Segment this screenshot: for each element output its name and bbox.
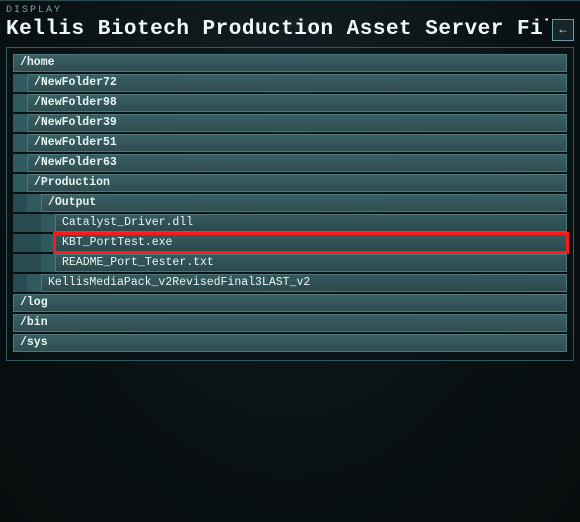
- tree-spine-icon: [13, 94, 27, 112]
- tree-spine-icon: [13, 194, 27, 212]
- folder-label: /Production: [34, 177, 110, 189]
- folder-label: /NewFolder63: [34, 157, 117, 169]
- tree-spine-icon: [27, 214, 41, 232]
- tree-row: /bin: [13, 314, 567, 332]
- folder-label: /NewFolder72: [34, 77, 117, 89]
- tree-row: /NewFolder39: [13, 114, 567, 132]
- file-label: KBT_PortTest.exe: [62, 237, 172, 249]
- display-label: DISPLAY: [0, 0, 580, 16]
- back-button[interactable]: ←: [552, 19, 574, 41]
- dir-home[interactable]: /home: [13, 54, 567, 72]
- folder-label: /log: [20, 297, 48, 309]
- folder-label: /sys: [20, 337, 48, 349]
- dir-newfolder72[interactable]: /NewFolder72: [27, 74, 567, 92]
- tree-spine-icon: [13, 154, 27, 172]
- tree-spine-icon: [41, 254, 55, 272]
- tree-spine-icon: [13, 254, 27, 272]
- dir-production[interactable]: /Production: [27, 174, 567, 192]
- folder-label: /NewFolder39: [34, 117, 117, 129]
- tree-row: /NewFolder72: [13, 74, 567, 92]
- indent-guides: [13, 174, 27, 192]
- title-row: Kellis Biotech Production Asset Server F…: [0, 16, 580, 47]
- indent-guides: [13, 214, 55, 232]
- file-kbt-porttest[interactable]: KBT_PortTest.exe: [55, 234, 567, 252]
- back-arrow-icon: ←: [559, 23, 566, 37]
- folder-label: /NewFolder98: [34, 97, 117, 109]
- indent-guides: [13, 274, 41, 292]
- indent-guides: [13, 154, 27, 172]
- file-label: KellisMediaPack_v2RevisedFinal3LAST_v2: [48, 277, 310, 289]
- indent-guides: [13, 254, 55, 272]
- tree-spine-icon: [27, 254, 41, 272]
- folder-label: /Output: [48, 197, 96, 209]
- tree-row: /home: [13, 54, 567, 72]
- folder-label: /NewFolder51: [34, 137, 117, 149]
- tree-row: Catalyst_Driver.dll: [13, 214, 567, 232]
- dir-bin[interactable]: /bin: [13, 314, 567, 332]
- indent-guides: [13, 94, 27, 112]
- file-tree: /home/NewFolder72/NewFolder98/NewFolder3…: [13, 54, 567, 352]
- tree-row: /sys: [13, 334, 567, 352]
- page-title: Kellis Biotech Production Asset Server F…: [6, 18, 548, 41]
- tree-row: KellisMediaPack_v2RevisedFinal3LAST_v2: [13, 274, 567, 292]
- tree-row: /NewFolder63: [13, 154, 567, 172]
- tree-spine-icon: [13, 114, 27, 132]
- tree-spine-icon: [13, 74, 27, 92]
- tree-row: /Production: [13, 174, 567, 192]
- tree-spine-icon: [13, 214, 27, 232]
- tree-row: README_Port_Tester.txt: [13, 254, 567, 272]
- indent-guides: [13, 194, 41, 212]
- file-label: README_Port_Tester.txt: [62, 257, 214, 269]
- dir-newfolder98[interactable]: /NewFolder98: [27, 94, 567, 112]
- tree-row: /NewFolder98: [13, 94, 567, 112]
- tree-row: KBT_PortTest.exe: [13, 234, 567, 252]
- file-readme-port-tester[interactable]: README_Port_Tester.txt: [55, 254, 567, 272]
- dir-newfolder63[interactable]: /NewFolder63: [27, 154, 567, 172]
- tree-spine-icon: [27, 274, 41, 292]
- filesystem-frame: /home/NewFolder72/NewFolder98/NewFolder3…: [6, 47, 574, 361]
- tree-spine-icon: [13, 274, 27, 292]
- dir-log[interactable]: /log: [13, 294, 567, 312]
- tree-row: /log: [13, 294, 567, 312]
- file-kellismediapack[interactable]: KellisMediaPack_v2RevisedFinal3LAST_v2: [41, 274, 567, 292]
- dir-output[interactable]: /Output: [41, 194, 567, 212]
- tree-spine-icon: [13, 234, 27, 252]
- folder-label: /bin: [20, 317, 48, 329]
- dir-newfolder51[interactable]: /NewFolder51: [27, 134, 567, 152]
- tree-spine-icon: [27, 194, 41, 212]
- tree-spine-icon: [41, 234, 55, 252]
- tree-spine-icon: [13, 174, 27, 192]
- dir-sys[interactable]: /sys: [13, 334, 567, 352]
- tree-spine-icon: [41, 214, 55, 232]
- file-label: Catalyst_Driver.dll: [62, 217, 193, 229]
- file-catalyst-driver[interactable]: Catalyst_Driver.dll: [55, 214, 567, 232]
- tree-row: /NewFolder51: [13, 134, 567, 152]
- indent-guides: [13, 74, 27, 92]
- tree-row: /Output: [13, 194, 567, 212]
- empty-area: [0, 367, 580, 522]
- tree-spine-icon: [13, 134, 27, 152]
- dir-newfolder39[interactable]: /NewFolder39: [27, 114, 567, 132]
- indent-guides: [13, 114, 27, 132]
- tree-spine-icon: [27, 234, 41, 252]
- folder-label: /home: [20, 57, 55, 69]
- indent-guides: [13, 234, 55, 252]
- indent-guides: [13, 134, 27, 152]
